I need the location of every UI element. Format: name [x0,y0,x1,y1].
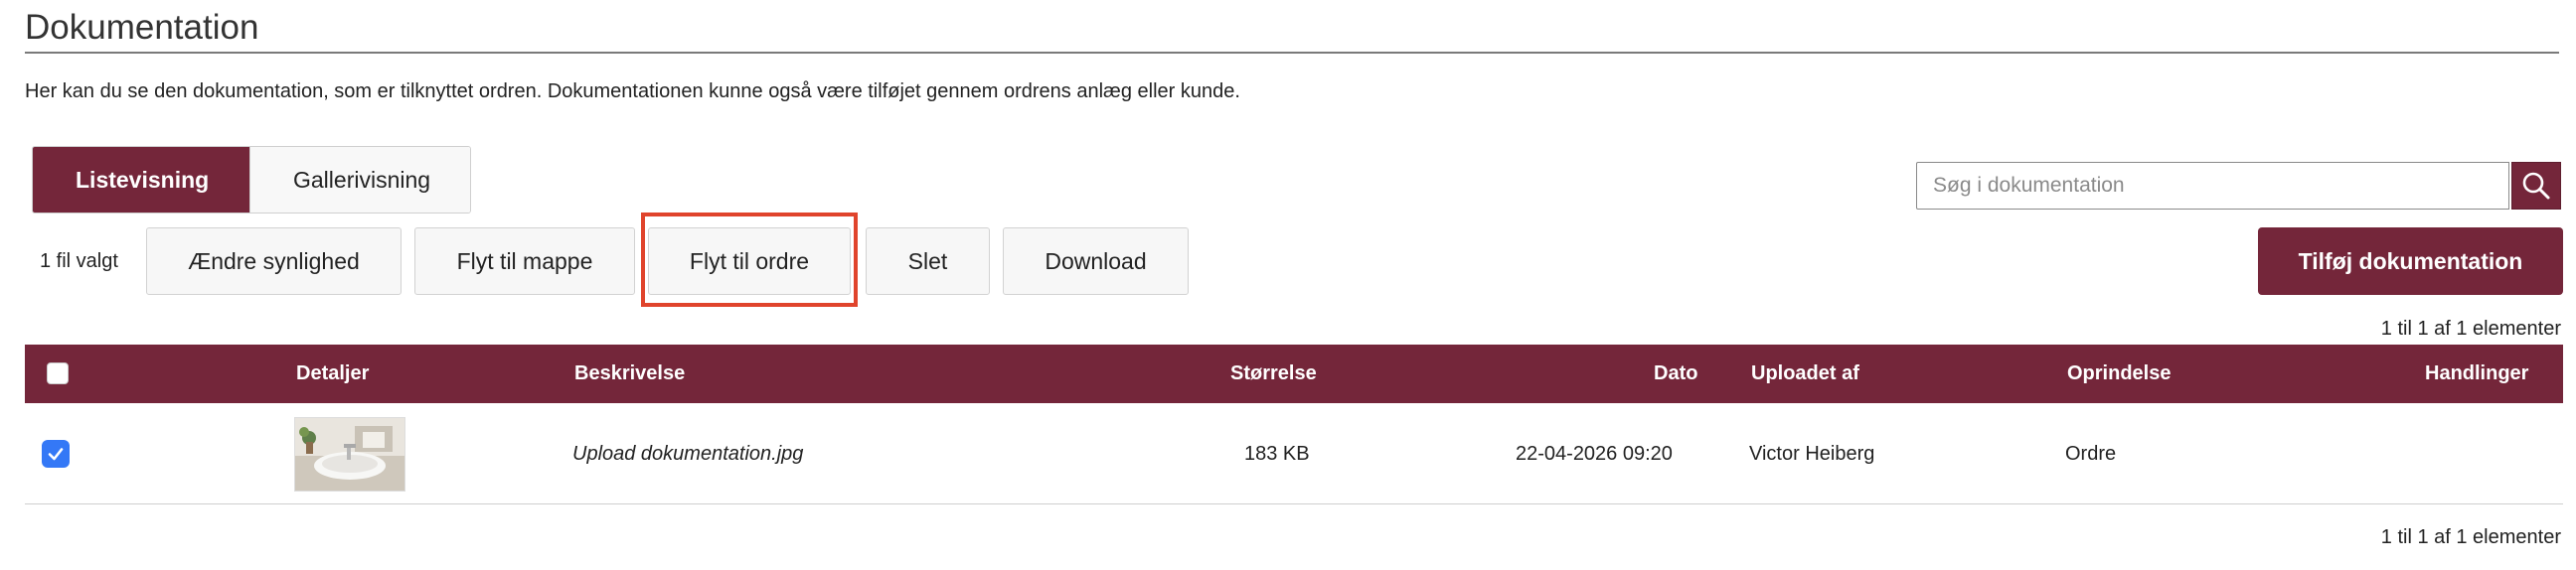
highlight-annotation [641,213,858,307]
documentation-page: Dokumentation Her kan du se den dokument… [0,0,2576,570]
column-uploaded-by: Uploadet af [1751,362,1859,384]
document-thumbnail[interactable] [294,417,405,492]
row-description[interactable]: Upload dokumentation.jpg [572,443,803,466]
search-input[interactable] [1916,162,2509,210]
column-actions: Handlinger [2425,362,2529,384]
row-size: 183 KB [1244,443,1310,465]
add-documentation-button[interactable]: Tilføj dokumentation [2258,227,2563,295]
search-button[interactable] [2511,162,2561,210]
table-header: Detaljer Beskrivelse Størrelse Dato Uplo… [25,345,2563,403]
pagination-info-top: 1 til 1 af 1 elementer [2380,318,2561,340]
table-row: Upload dokumentation.jpg 183 KB 22-04-20… [25,403,2563,502]
title-divider [25,52,2559,54]
checkmark-icon [48,448,64,461]
delete-button[interactable]: Slet [866,227,990,295]
pagination-info-bottom: 1 til 1 af 1 elementer [2380,526,2561,548]
selected-files-count: 1 fil valgt [40,250,118,272]
sink-image [295,418,404,491]
list-view-tab[interactable]: Listevisning [33,147,249,213]
column-origin: Oprindelse [2067,362,2172,384]
move-to-folder-button[interactable]: Flyt til mappe [414,227,635,295]
row-uploaded-by: Victor Heiberg [1749,443,1875,465]
page-title: Dokumentation [25,8,259,47]
row-date: 22-04-2026 09:20 [1516,443,1673,465]
view-toggle: Listevisning Gallerivisning [32,146,471,214]
row-checkbox[interactable] [42,440,70,468]
search-bar [1916,162,2561,210]
column-description: Beskrivelse [574,362,686,384]
column-details: Detaljer [296,362,370,384]
download-button[interactable]: Download [1003,227,1189,295]
change-visibility-button[interactable]: Ændre synlighed [146,227,402,295]
row-divider [25,503,2563,504]
intro-text: Her kan du se den dokumentation, som er … [25,80,1240,102]
search-icon [2522,172,2550,200]
row-origin: Ordre [2065,443,2117,465]
column-date: Dato [1654,362,1698,384]
select-all-checkbox[interactable] [47,362,69,384]
gallery-view-tab[interactable]: Gallerivisning [249,147,470,213]
column-size: Størrelse [1230,362,1317,384]
